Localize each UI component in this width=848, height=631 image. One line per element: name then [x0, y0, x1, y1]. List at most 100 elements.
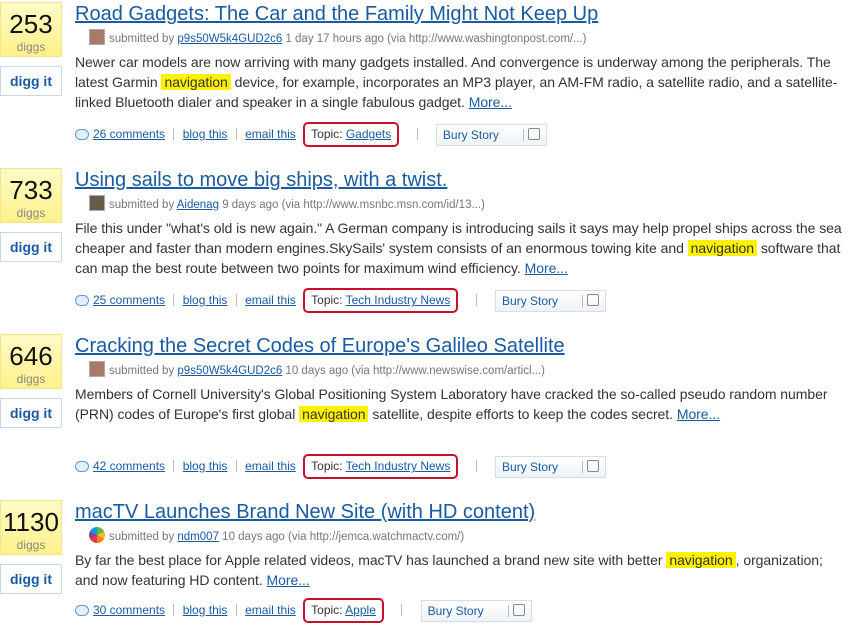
desc-text: By far the best place for Apple related … — [75, 552, 663, 568]
search-highlight: navigation — [687, 240, 757, 256]
submitted-by-label: submitted by — [109, 33, 175, 45]
topic-link[interactable]: Tech Industry News — [346, 459, 451, 473]
submitter-link[interactable]: p9s50W5k4GUD2c6 — [177, 33, 282, 45]
story-actions: 42 comments blog this email this Topic: … — [75, 454, 607, 480]
bury-story-button[interactable]: Bury Story — [495, 289, 607, 312]
digg-it-button[interactable]: digg it — [0, 232, 62, 262]
story-content: Cracking the Secret Codes of Europe's Ga… — [75, 332, 848, 480]
comment-icon — [75, 605, 89, 616]
comments-link[interactable]: 30 comments — [93, 603, 165, 617]
topic-label: Topic: — [311, 603, 343, 618]
thumbs-down-icon — [587, 459, 600, 472]
divider — [582, 294, 584, 307]
topic-link[interactable]: Tech Industry News — [346, 293, 451, 307]
story-meta: submitted by p9s50W5k4GUD2c6 1 day 17 ho… — [75, 29, 848, 47]
divider — [401, 604, 403, 616]
story-meta: submitted by p9s50W5k4GUD2c6 10 days ago… — [75, 361, 848, 379]
bury-label: Bury Story — [502, 293, 559, 308]
story-title-link[interactable]: Cracking the Secret Codes of Europe's Ga… — [75, 334, 848, 358]
thumbs-down-icon — [587, 293, 600, 306]
digg-it-button[interactable]: digg it — [0, 564, 62, 594]
divider — [235, 460, 237, 472]
digg-count-box: 253 diggs — [0, 2, 62, 57]
divider — [173, 294, 175, 306]
topic-box: Topic: Gadgets — [303, 122, 400, 148]
topic-label: Topic: — [311, 459, 343, 474]
topic-link[interactable]: Apple — [345, 603, 376, 617]
comment-icon — [75, 129, 89, 140]
story-description: Members of Cornell University's Global P… — [75, 384, 848, 424]
blog-this-link[interactable]: blog this — [183, 127, 228, 141]
story-title-link[interactable]: Using sails to move big ships, with a tw… — [75, 168, 848, 192]
diggs-label: diggs — [16, 372, 46, 386]
digg-count: 733 — [9, 175, 53, 205]
thumbs-down-icon — [512, 603, 525, 616]
more-link[interactable]: More... — [469, 94, 512, 110]
bury-label: Bury Story — [427, 603, 484, 618]
bury-label: Bury Story — [502, 459, 559, 474]
story-meta: submitted by ndm007 10 days ago (via htt… — [75, 527, 848, 545]
user-avatar[interactable] — [89, 29, 105, 45]
story-meta: submitted by Aidenag 9 days ago (via htt… — [75, 195, 848, 213]
time-source: 1 day 17 hours ago (via http://www.washi… — [285, 33, 587, 45]
blog-this-link[interactable]: blog this — [183, 293, 228, 307]
divider — [235, 604, 237, 616]
story-actions: 26 comments blog this email this Topic: … — [75, 122, 547, 148]
divider — [173, 604, 175, 616]
story-content: Road Gadgets: The Car and the Family Mig… — [75, 0, 848, 148]
submitter-link[interactable]: p9s50W5k4GUD2c6 — [177, 365, 282, 377]
divider — [475, 460, 477, 472]
email-this-link[interactable]: email this — [245, 603, 296, 617]
desc-text: satellite, despite efforts to keep the c… — [372, 406, 673, 422]
email-this-link[interactable]: email this — [245, 459, 296, 473]
divider — [582, 460, 584, 473]
story-title-link[interactable]: Road Gadgets: The Car and the Family Mig… — [75, 2, 848, 26]
submitted-by-label: submitted by — [109, 365, 175, 377]
divider — [173, 128, 175, 140]
comments-link[interactable]: 42 comments — [93, 459, 165, 473]
more-link[interactable]: More... — [677, 406, 720, 422]
story-description: By far the best place for Apple related … — [75, 550, 848, 590]
bury-story-button[interactable]: Bury Story — [435, 123, 547, 146]
comment-icon — [75, 461, 89, 472]
blog-this-link[interactable]: blog this — [183, 603, 228, 617]
digg-it-button[interactable]: digg it — [0, 398, 62, 428]
time-source: 10 days ago (via http://www.newswise.com… — [285, 365, 545, 377]
submitter-link[interactable]: Aidenag — [177, 199, 219, 211]
topic-link[interactable]: Gadgets — [346, 127, 391, 141]
story-item: 1130 diggs digg it macTV Launches Brand … — [0, 498, 848, 631]
bury-story-button[interactable]: Bury Story — [495, 455, 607, 478]
more-link[interactable]: More... — [525, 260, 568, 276]
thumbs-down-icon — [527, 127, 540, 140]
divider — [475, 294, 477, 306]
digg-count-box: 646 diggs — [0, 334, 62, 389]
comments-link[interactable]: 26 comments — [93, 127, 165, 141]
digg-it-button[interactable]: digg it — [0, 66, 62, 96]
submitted-by-label: submitted by — [109, 531, 175, 543]
email-this-link[interactable]: email this — [245, 127, 296, 141]
email-this-link[interactable]: email this — [245, 293, 296, 307]
submitter-link[interactable]: ndm007 — [177, 531, 219, 543]
story-title-link[interactable]: macTV Launches Brand New Site (with HD c… — [75, 500, 848, 524]
story-description: File this under "what's old is new again… — [75, 218, 848, 278]
divider — [416, 128, 418, 140]
user-avatar[interactable] — [89, 195, 105, 211]
divider — [235, 128, 237, 140]
topic-box: Topic: Tech Industry News — [303, 288, 459, 314]
topic-label: Topic: — [311, 293, 343, 308]
bury-story-button[interactable]: Bury Story — [420, 599, 532, 622]
divider — [235, 294, 237, 306]
story-actions: 25 comments blog this email this Topic: … — [75, 288, 607, 314]
apple-logo-icon[interactable] — [89, 527, 105, 543]
comments-link[interactable]: 25 comments — [93, 293, 165, 307]
user-avatar[interactable] — [89, 361, 105, 377]
blog-this-link[interactable]: blog this — [183, 459, 228, 473]
story-item: 253 diggs digg it Road Gadgets: The Car … — [0, 0, 848, 160]
topic-box: Topic: Apple — [303, 598, 384, 624]
more-link[interactable]: More... — [267, 572, 310, 588]
digg-count-box: 733 diggs — [0, 168, 62, 223]
search-highlight: navigation — [666, 552, 736, 568]
comment-icon — [75, 295, 89, 306]
divider — [507, 604, 509, 617]
diggs-label: diggs — [16, 206, 46, 220]
